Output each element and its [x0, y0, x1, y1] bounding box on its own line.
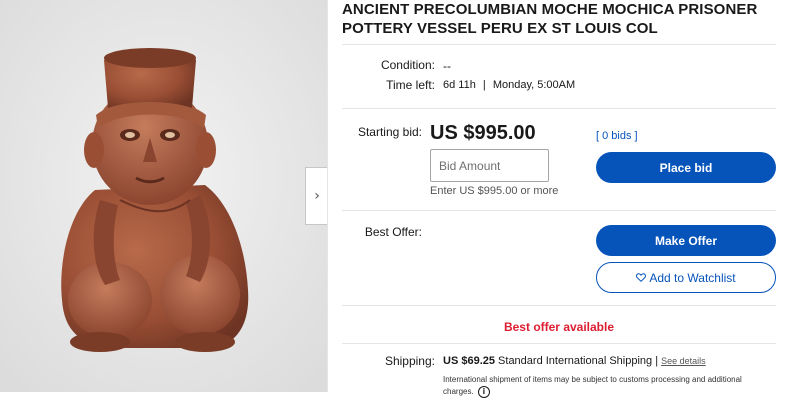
watchlist-label: Add to Watchlist: [649, 270, 736, 285]
shipping-separator: |: [655, 355, 659, 367]
title-line-2: POTTERY VESSEL PERU EX ST LOUIS COL: [342, 20, 658, 37]
best-offer-available: Best offer available: [503, 320, 615, 334]
shipping-divider: [342, 343, 776, 344]
shipping-method: Standard International Shipping: [498, 355, 653, 367]
shipping-note: International shipment of items may be s…: [443, 374, 773, 398]
info-icon[interactable]: i: [477, 386, 490, 398]
bids-count-text[interactable]: [ 0 bids ]: [596, 130, 638, 142]
bid-divider: [342, 210, 776, 211]
title-line-1: ANCIENT PRECOLUMBIAN MOCHE MOCHICA PRISO…: [342, 1, 758, 18]
next-image-button[interactable]: ›: [305, 167, 327, 225]
title-divider: [342, 44, 776, 45]
time-left-label: Time left:: [386, 78, 435, 92]
best-offer-label: Best Offer:: [364, 225, 422, 239]
shipping-label: Shipping:: [384, 354, 435, 368]
make-offer-button[interactable]: Make Offer: [596, 225, 776, 256]
chevron-right-icon: ›: [314, 188, 320, 204]
shipping-price: US $69.25: [443, 355, 495, 367]
time-separator: |: [482, 79, 486, 91]
heart-icon: [636, 273, 647, 282]
time-left-value: 6d 11h: [443, 79, 476, 91]
starting-bid-value: US $995.00: [430, 122, 536, 144]
place-bid-button[interactable]: Place bid: [596, 152, 776, 183]
details-divider: [342, 108, 776, 109]
bids-count-link[interactable]: [ 0 bids ]: [596, 130, 638, 142]
shipping-info: US $69.25 Standard International Shippin…: [443, 355, 706, 367]
see-details-link[interactable]: See details: [661, 356, 706, 366]
condition-label: Condition:: [380, 58, 435, 72]
time-left-row: 6d 11h | Monday, 5:00AM: [443, 79, 575, 91]
add-to-watchlist-button[interactable]: Add to Watchlist: [596, 262, 776, 293]
item-photo[interactable]: [0, 0, 328, 392]
end-time: Monday, 5:00AM: [492, 79, 576, 91]
listing-title: ANCIENT PRECOLUMBIAN MOCHE MOCHICA PRISO…: [342, 0, 782, 38]
condition-value: --: [443, 59, 451, 73]
starting-bid-label: Starting bid:: [357, 125, 422, 139]
item-image-panel[interactable]: ›: [0, 0, 328, 392]
offer-divider: [342, 305, 776, 306]
bid-amount-input[interactable]: [430, 149, 549, 182]
bid-hint: Enter US $995.00 or more: [430, 185, 559, 197]
